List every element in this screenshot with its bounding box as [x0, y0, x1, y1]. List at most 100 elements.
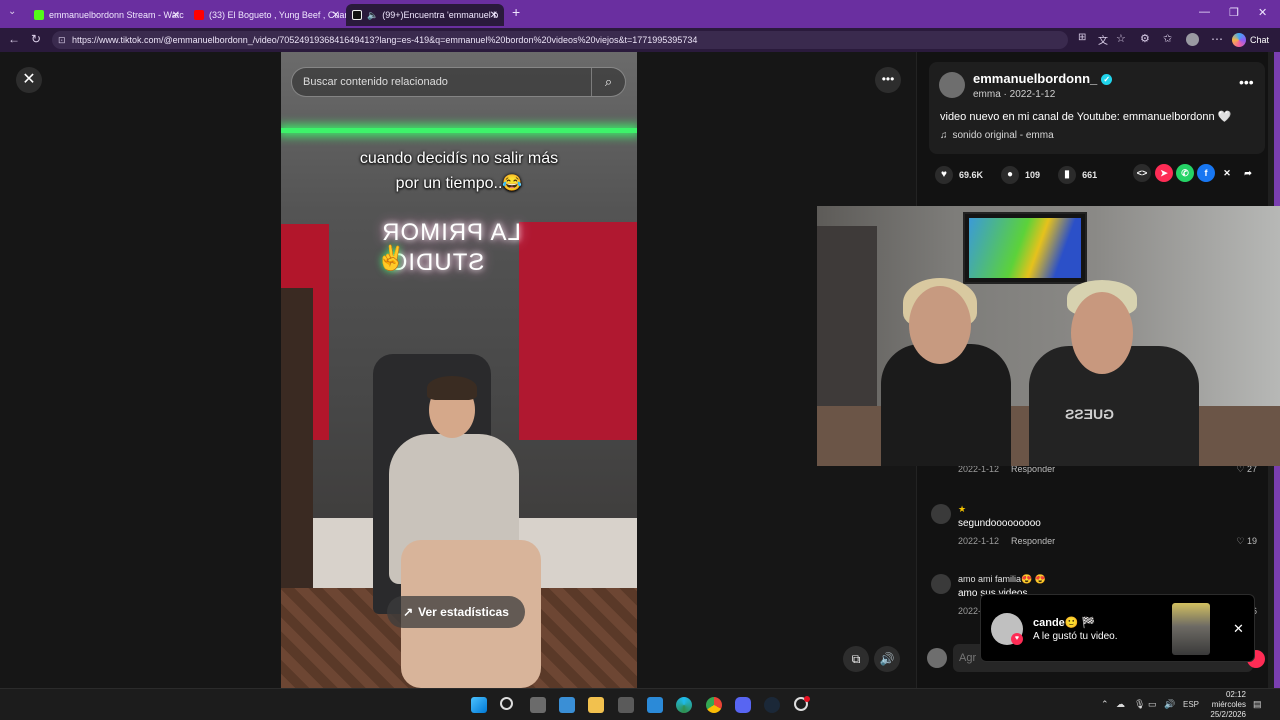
- like-notification[interactable]: ♥ cande🙂 🏁 A le gustó tu video. ✕: [980, 594, 1255, 662]
- tab-actions-chevron-icon[interactable]: ⌄: [8, 6, 16, 17]
- clock[interactable]: 02:12 miércoles 25/2/2026: [1200, 689, 1246, 720]
- webcam-overlay: GUESS: [817, 206, 1280, 466]
- search-icon[interactable]: ⌕: [591, 68, 625, 96]
- webcam-person-left-head: [909, 286, 971, 364]
- sound-label: sonido original - emma: [952, 130, 1054, 141]
- copilot-button[interactable]: Chat: [1232, 31, 1269, 49]
- tab-close-icon[interactable]: ✕: [332, 10, 340, 21]
- settings-more-icon[interactable]: ⋯: [1211, 32, 1223, 46]
- cloud-icon[interactable]: ☁: [1116, 699, 1125, 710]
- author-avatar[interactable]: [939, 72, 965, 98]
- comment-text: segundooooooooo: [958, 518, 1041, 529]
- close-video-button[interactable]: ✕: [16, 67, 42, 93]
- store-icon[interactable]: [618, 697, 634, 713]
- webcam-tv: [963, 212, 1087, 284]
- video-more-options-button[interactable]: •••: [875, 67, 901, 93]
- vpn-app-icon[interactable]: [647, 697, 663, 713]
- volume-tray-icon[interactable]: 🔊: [1164, 699, 1175, 710]
- tiktok-favicon-icon: [352, 10, 362, 20]
- picture-in-picture-button[interactable]: ⧉: [843, 646, 869, 672]
- start-windows-icon[interactable]: [471, 697, 487, 713]
- tab-close-icon[interactable]: ✕: [490, 10, 498, 21]
- caption-line1: cuando decidís no salir más: [359, 150, 559, 167]
- favorites-icon[interactable]: ✩: [1163, 32, 1172, 45]
- video-neon-strip: [281, 128, 637, 133]
- restore-icon[interactable]: ❐: [1229, 6, 1239, 19]
- post-sound[interactable]: ♫ sonido original - emma: [940, 130, 1054, 141]
- post-actions: ♥ 69.6K ● 109 ▮ 661: [935, 164, 1265, 186]
- extensions-icon[interactable]: ⚙: [1140, 32, 1150, 45]
- translate-icon[interactable]: 文: [1098, 32, 1108, 47]
- video-caption: cuando decidís no salir más por un tiemp…: [281, 146, 637, 196]
- steam-icon[interactable]: [764, 697, 780, 713]
- site-info-icon[interactable]: ⊡: [58, 31, 66, 49]
- edge-icon[interactable]: [676, 697, 692, 713]
- clock-time: 02:12: [1225, 690, 1246, 699]
- caption-line2: por un tiempo..😂: [395, 175, 523, 192]
- minimize-icon[interactable]: —: [1199, 6, 1210, 18]
- video-person-hair: [427, 376, 477, 400]
- profile-avatar[interactable]: [1186, 33, 1199, 46]
- author-name[interactable]: emmanuelbordonn_ ✓: [973, 71, 1113, 86]
- whatsapp-icon[interactable]: ✆: [1176, 164, 1194, 182]
- widgets-icon[interactable]: [559, 697, 575, 713]
- discord-icon[interactable]: [735, 697, 751, 713]
- neon-peace-hand-icon: ✌: [376, 245, 407, 272]
- video-shelf: [281, 288, 313, 588]
- commenter-name[interactable]: amo ami familia😍 😍: [958, 574, 1046, 585]
- commenter-name[interactable]: ★: [958, 504, 966, 515]
- facebook-icon[interactable]: f: [1197, 164, 1215, 182]
- chrome-icon[interactable]: [706, 697, 722, 713]
- refresh-icon[interactable]: ↻: [31, 32, 41, 46]
- like-action[interactable]: ♥ 69.6K: [935, 166, 983, 184]
- favorite-star-icon[interactable]: ☆: [1116, 32, 1126, 45]
- search-placeholder: Buscar contenido relacionado: [303, 76, 448, 88]
- url-field[interactable]: ⊡ https://www.tiktok.com/@emmanuelbordon…: [52, 31, 1068, 49]
- speaker-icon[interactable]: 🔈: [367, 10, 378, 21]
- browser-window: ⌄ emmanuelbordonn Stream - Watc ✕ (33) E…: [0, 0, 1280, 720]
- show-hidden-icons-chevron-icon[interactable]: ⌃: [1101, 699, 1109, 710]
- post-more-icon[interactable]: •••: [1239, 74, 1254, 90]
- save-action[interactable]: ▮ 661: [1058, 166, 1097, 184]
- search-taskbar-icon[interactable]: [500, 697, 513, 710]
- tab-tiktok[interactable]: 🔈 (99+)Encuentra 'emmanuel b ✕: [346, 4, 504, 26]
- file-explorer-icon[interactable]: [588, 697, 604, 713]
- comment-icon: ●: [1001, 166, 1020, 184]
- app-available-icon[interactable]: ⊞: [1078, 32, 1086, 43]
- share-icon[interactable]: ➦: [1239, 164, 1257, 182]
- notification-close-icon[interactable]: ✕: [1233, 621, 1244, 637]
- notification-center-icon[interactable]: ▤: [1253, 699, 1262, 710]
- chart-trend-icon: ↗: [403, 605, 414, 619]
- back-arrow-icon[interactable]: ←: [8, 32, 20, 46]
- tab-youtube[interactable]: (33) El Bogueto , Yung Beef , Cuan ✕: [188, 4, 346, 26]
- send-icon[interactable]: ➤: [1155, 164, 1173, 182]
- windows-taskbar: ⌃ ☁ 🎙 ▭ 🔊 ESP 02:12 miércoles 25/2/2026 …: [0, 688, 1280, 720]
- window-close-icon[interactable]: ✕: [1258, 6, 1267, 19]
- comment-date: 2022-: [958, 606, 982, 616]
- task-view-icon[interactable]: [530, 697, 546, 713]
- view-stats-button[interactable]: ↗ Ver estadísticas: [387, 596, 525, 628]
- volume-button[interactable]: 🔊: [874, 646, 900, 672]
- video-player[interactable]: LA PRIMOR STUDIO ✌ cuando decidís no sal…: [281, 52, 637, 688]
- comment-input-placeholder: Agr: [959, 652, 977, 664]
- tab-label: (33) El Bogueto , Yung Beef , Cuan: [209, 10, 346, 20]
- comment-meta: 2022-: [958, 606, 981, 616]
- neon-sign: LA PRIMOR STUDIO ✌: [376, 218, 526, 278]
- comment-like[interactable]: ♡ 19: [1236, 536, 1257, 547]
- notification-video-thumbnail[interactable]: [1172, 603, 1210, 655]
- language-indicator[interactable]: ESP: [1183, 700, 1199, 709]
- microphone-icon[interactable]: 🎙: [1134, 699, 1145, 710]
- embed-icon[interactable]: <>: [1133, 164, 1151, 182]
- tab-close-icon[interactable]: ✕: [172, 10, 180, 21]
- tab-kick[interactable]: emmanuelbordonn Stream - Watc ✕: [28, 4, 186, 26]
- new-tab-button[interactable]: +: [512, 4, 520, 20]
- reply-link[interactable]: Responder: [1011, 536, 1055, 546]
- commenter-avatar[interactable]: [931, 574, 951, 594]
- related-search-input[interactable]: Buscar contenido relacionado ⌕: [291, 67, 626, 97]
- kick-favicon-icon: [34, 10, 44, 20]
- commenter-avatar[interactable]: [931, 504, 951, 524]
- x-icon[interactable]: ✕: [1218, 164, 1236, 182]
- comment-count: 109: [1025, 170, 1041, 180]
- comment-action[interactable]: ● 109: [1001, 166, 1040, 184]
- network-icon[interactable]: ▭: [1148, 699, 1157, 710]
